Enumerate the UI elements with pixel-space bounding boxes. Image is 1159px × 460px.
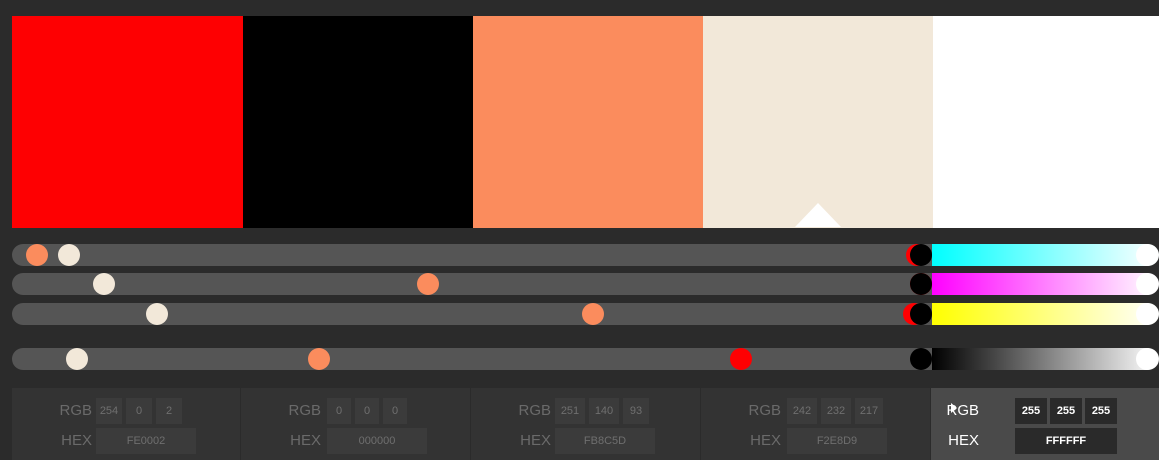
red-value-field[interactable]: 0	[327, 398, 351, 424]
yellow-handle-5[interactable]	[1136, 303, 1158, 325]
red-value-field[interactable]: 251	[555, 398, 585, 424]
red-value-field[interactable]: 255	[1015, 398, 1047, 424]
cyan-handle-2[interactable]	[910, 244, 932, 266]
hex-label: HEX	[948, 432, 979, 449]
hex-value-field[interactable]: F2E8D9	[787, 428, 887, 454]
rgb-label: RGB	[946, 402, 979, 419]
rgb-label: RGB	[59, 402, 92, 419]
hex-label: HEX	[520, 432, 551, 449]
hex-label: HEX	[290, 432, 321, 449]
cyan-slider-track[interactable]	[12, 244, 932, 266]
brightness-handle-2[interactable]	[910, 348, 932, 370]
green-value-field[interactable]: 232	[821, 398, 851, 424]
hex-label: HEX	[750, 432, 781, 449]
cyan-handle-4[interactable]	[57, 244, 80, 266]
yellow-handle-2[interactable]	[910, 303, 932, 325]
magenta-handle-4[interactable]	[92, 273, 115, 295]
red-value-field[interactable]: 254	[96, 398, 122, 424]
magenta-handle-2[interactable]	[910, 273, 932, 295]
red-value-field[interactable]: 242	[787, 398, 817, 424]
green-value-field[interactable]: 140	[589, 398, 619, 424]
selected-swatch-indicator-icon	[795, 203, 841, 227]
brightness-handle-5[interactable]	[1136, 348, 1158, 370]
color-values-panel-2[interactable]: RGB 0 0 0 HEX 000000	[241, 388, 470, 460]
hex-value-field[interactable]: FFFFFF	[1015, 428, 1117, 454]
yellow-handle-4[interactable]	[145, 303, 168, 325]
color-swatch-4[interactable]	[703, 16, 933, 228]
color-values-panel-1[interactable]: RGB 254 0 2 HEX FE0002	[12, 388, 240, 460]
blue-value-field[interactable]: 93	[623, 398, 649, 424]
magenta-handle-3[interactable]	[416, 273, 439, 295]
green-value-field[interactable]: 0	[355, 398, 379, 424]
brightness-handle-4[interactable]	[65, 348, 88, 370]
color-values-panel-3[interactable]: RGB 251 140 93 HEX FB8C5D	[471, 388, 700, 460]
hex-value-field[interactable]: 000000	[327, 428, 427, 454]
color-values-panel-4[interactable]: RGB 242 232 217 HEX F2E8D9	[701, 388, 930, 460]
magenta-slider-track[interactable]	[12, 273, 932, 295]
rgb-label: RGB	[748, 402, 781, 419]
rgb-label: RGB	[288, 402, 321, 419]
color-swatch-1[interactable]	[12, 16, 243, 228]
color-swatch-5[interactable]	[933, 16, 1159, 228]
blue-value-field[interactable]: 0	[383, 398, 407, 424]
hex-value-field[interactable]: FE0002	[96, 428, 196, 454]
magenta-handle-5[interactable]	[1136, 273, 1158, 295]
hex-value-field[interactable]: FB8C5D	[555, 428, 655, 454]
color-swatch-3[interactable]	[473, 16, 703, 228]
magenta-gradient-bar	[932, 273, 1159, 295]
blue-value-field[interactable]: 255	[1085, 398, 1117, 424]
color-values-panel-5[interactable]: RGB 255 255 255 HEX FFFFFF	[931, 388, 1159, 460]
green-value-field[interactable]: 0	[126, 398, 152, 424]
blue-value-field[interactable]: 217	[855, 398, 883, 424]
rgb-label: RGB	[518, 402, 551, 419]
blue-value-field[interactable]: 2	[156, 398, 182, 424]
brightness-slider-track[interactable]	[12, 348, 932, 370]
hex-label: HEX	[61, 432, 92, 449]
cyan-handle-5[interactable]	[1136, 244, 1158, 266]
yellow-gradient-bar	[932, 303, 1159, 325]
cyan-gradient-bar	[932, 244, 1159, 266]
green-value-field[interactable]: 255	[1050, 398, 1082, 424]
brightness-gradient-bar	[932, 348, 1159, 370]
color-swatch-2[interactable]	[243, 16, 473, 228]
